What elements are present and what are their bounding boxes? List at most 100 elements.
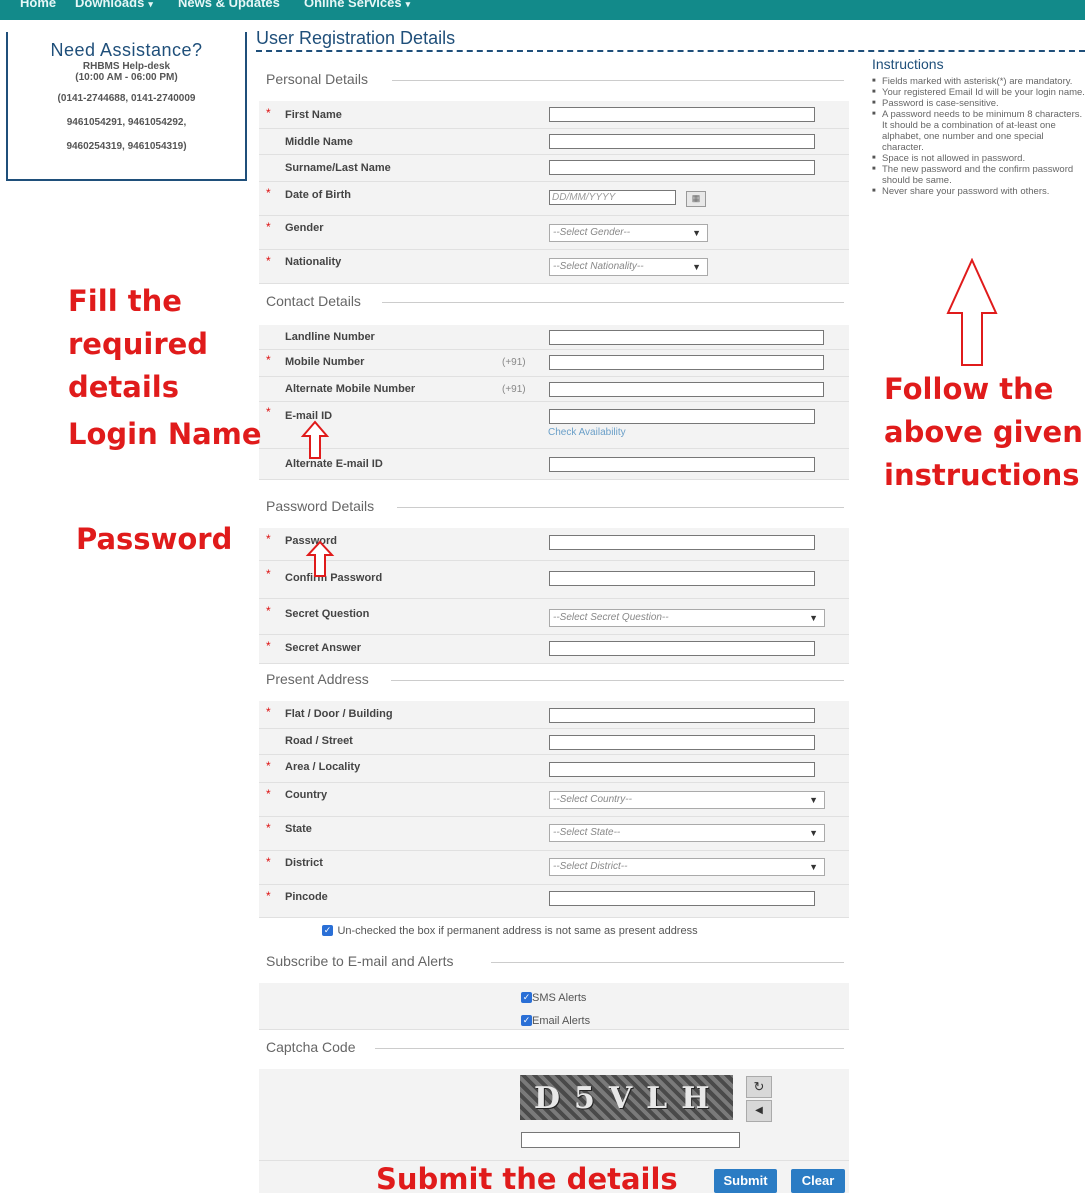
section-divider (382, 302, 844, 303)
section-captcha: Captcha Code (266, 1039, 356, 1055)
row-captcha: D5VLH ↻ ◀ (259, 1069, 849, 1161)
area-input[interactable] (549, 762, 815, 777)
row-mobile: * Mobile Number (+91) (259, 350, 849, 377)
email-alerts-option: ✓ Email Alerts (521, 1012, 590, 1030)
row-road: Road / Street (259, 729, 849, 755)
annotation-fill-details: Fill the required details (68, 284, 209, 404)
row-email: * E-mail ID Check Availability (259, 402, 849, 449)
flat-input[interactable] (549, 708, 815, 723)
email-input[interactable] (549, 409, 815, 424)
captcha-image: D5VLH (520, 1075, 733, 1120)
refresh-captcha-icon[interactable]: ↻ (746, 1076, 772, 1098)
section-password-details: Password Details (266, 498, 375, 514)
landline-label: Landline Number (285, 331, 375, 343)
email-alerts-label: Email Alerts (532, 1014, 591, 1027)
instructions-panel: Instructions Fields marked with asterisk… (872, 56, 1085, 197)
row-pincode: * Pincode (259, 885, 849, 918)
submit-button[interactable]: Submit (714, 1169, 777, 1193)
instruction-item: Your registered Email Id will be your lo… (872, 87, 1085, 98)
mobile-prefix: (+91) (502, 357, 526, 368)
annotation-login-name: Login Name (68, 417, 262, 451)
instruction-item: Fields marked with asterisk(*) are manda… (872, 76, 1085, 87)
helpdesk-phone-3: 9460254319, 9461054319) (66, 141, 187, 152)
row-surname: Surname/Last Name (259, 155, 849, 182)
registration-form: Personal Details * First Name Middle Nam… (259, 58, 849, 1193)
arrow-up-icon (946, 258, 998, 366)
permanent-address-row: ✓ Un-checked the box if permanent addres… (322, 922, 698, 940)
annotation-submit: Submit the details (376, 1162, 678, 1196)
section-contact-details: Contact Details (266, 293, 361, 309)
state-select[interactable]: --Select State-- ▼ (549, 824, 825, 842)
nav-downloads[interactable]: Downloads ▾ (75, 0, 153, 10)
mobile-input[interactable] (549, 355, 824, 370)
first-name-input[interactable] (549, 107, 815, 122)
chevron-down-icon: ▼ (809, 795, 818, 805)
pincode-label: Pincode (285, 891, 328, 903)
email-alerts-checkbox[interactable]: ✓ (521, 1015, 532, 1027)
row-area: * Area / Locality (259, 755, 849, 783)
gender-select[interactable]: --Select Gender-- ▼ (549, 224, 708, 242)
helpdesk-phone-1: (0141-2744688, 0141-2740009 (57, 93, 196, 104)
dob-input[interactable]: DD/MM/YYYY (549, 190, 676, 205)
sms-alerts-option: ✓ SMS Alerts (521, 989, 586, 1007)
nav-home[interactable]: Home (20, 0, 56, 10)
row-password: * Password (259, 528, 849, 561)
row-landline: Landline Number (259, 325, 849, 350)
landline-input[interactable] (549, 330, 824, 345)
alt-email-input[interactable] (549, 457, 815, 472)
area-label: Area / Locality (285, 761, 361, 773)
password-input[interactable] (549, 535, 815, 550)
row-state: * State --Select State-- ▼ (259, 817, 849, 851)
instruction-item: Space is not allowed in password. (872, 153, 1085, 164)
confirm-password-input[interactable] (549, 571, 815, 586)
district-select[interactable]: --Select District-- ▼ (549, 858, 825, 876)
section-divider (397, 507, 844, 508)
clear-button[interactable]: Clear (791, 1169, 845, 1193)
row-first-name: * First Name (259, 101, 849, 129)
permanent-address-checkbox[interactable]: ✓ (322, 925, 333, 937)
middle-name-input[interactable] (549, 134, 815, 149)
alt-mobile-label: Alternate Mobile Number (285, 383, 416, 395)
instruction-item: The new password and the confirm passwor… (872, 164, 1085, 186)
chevron-down-icon: ▼ (692, 228, 701, 238)
assistance-box: Need Assistance? RHBMS Help-desk (10:00 … (6, 32, 247, 181)
surname-label: Surname/Last Name (285, 162, 391, 174)
road-label: Road / Street (285, 735, 353, 747)
row-alerts: ✓ SMS Alerts ✓ Email Alerts (259, 983, 849, 1030)
country-select[interactable]: --Select Country-- ▼ (549, 791, 825, 809)
district-label: District (285, 857, 323, 869)
instruction-item: Password is case-sensitive. (872, 98, 1085, 109)
secret-answer-input[interactable] (549, 641, 815, 656)
row-dob: * Date of Birth DD/MM/YYYY ▦ (259, 182, 849, 216)
gender-label: Gender (285, 222, 324, 234)
nationality-select[interactable]: --Select Nationality-- ▼ (549, 258, 708, 276)
row-gender: * Gender --Select Gender-- ▼ (259, 216, 849, 250)
row-nationality: * Nationality --Select Nationality-- ▼ (259, 250, 849, 284)
row-secret-answer: * Secret Answer (259, 635, 849, 664)
nav-news[interactable]: News & Updates (178, 0, 280, 10)
row-alt-email: Alternate E-mail ID (259, 449, 849, 480)
mobile-label: Mobile Number (285, 356, 365, 368)
calendar-icon[interactable]: ▦ (686, 191, 706, 207)
chevron-down-icon: ▼ (809, 862, 818, 872)
sms-alerts-label: SMS Alerts (532, 991, 587, 1004)
chevron-down-icon: ▼ (809, 828, 818, 838)
surname-input[interactable] (549, 160, 815, 175)
secret-question-label: Secret Question (285, 608, 370, 620)
instruction-item: A password needs to be minimum 8 charact… (872, 109, 1085, 153)
row-flat: * Flat / Door / Building (259, 701, 849, 729)
alt-mobile-input[interactable] (549, 382, 824, 397)
pincode-input[interactable] (549, 891, 815, 906)
captcha-input[interactable] (521, 1132, 740, 1148)
road-input[interactable] (549, 735, 815, 750)
check-availability-link[interactable]: Check Availability (548, 427, 626, 438)
sms-alerts-checkbox[interactable]: ✓ (521, 992, 532, 1004)
row-district: * District --Select District-- ▼ (259, 851, 849, 885)
nav-online-services[interactable]: Online Services ▾ (304, 0, 410, 10)
section-divider (392, 80, 844, 81)
secret-question-select[interactable]: --Select Secret Question-- ▼ (549, 609, 825, 627)
title-divider (256, 50, 1085, 52)
audio-captcha-icon[interactable]: ◀ (746, 1100, 772, 1122)
chevron-down-icon: ▼ (692, 262, 701, 272)
secret-answer-label: Secret Answer (285, 642, 362, 654)
